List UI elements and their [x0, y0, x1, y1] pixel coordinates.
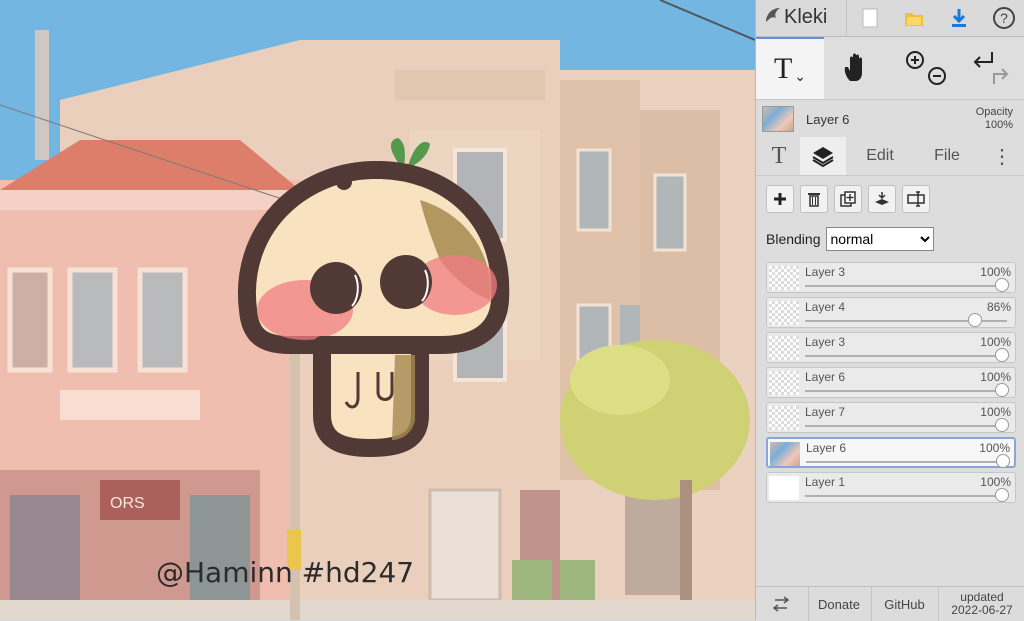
top-bar: Kleki ?: [756, 0, 1024, 37]
layer-opacity-track[interactable]: [805, 425, 1007, 427]
layer-opacity-track[interactable]: [806, 461, 1006, 463]
hand-icon: [844, 53, 862, 81]
undo-redo-buttons[interactable]: [961, 37, 1021, 99]
layer-row[interactable]: Layer 3 100%: [766, 262, 1016, 293]
zoom-buttons[interactable]: [896, 37, 956, 99]
text-tool-button[interactable]: T ⌄: [756, 37, 824, 99]
layer-opacity-knob[interactable]: [995, 488, 1009, 502]
blending-row: Blending normal: [766, 226, 934, 252]
layer-row[interactable]: Layer 6 100%: [766, 367, 1016, 398]
canvas-artwork: ORS: [0, 0, 755, 620]
layer-thumbnail: [769, 336, 799, 360]
plus-icon: [774, 193, 786, 205]
layer-thumbnail: [769, 371, 799, 395]
layer-opacity-track[interactable]: [805, 355, 1007, 357]
duplicate-icon: [840, 191, 856, 207]
download-icon[interactable]: [941, 4, 977, 32]
swap-sides-icon[interactable]: [756, 587, 806, 621]
layer-list: Layer 3 100% Layer 4 86% Layer 3 100% Layer 6 1…: [766, 262, 1016, 507]
github-link[interactable]: GitHub: [872, 587, 937, 621]
layer-opacity-track[interactable]: [805, 390, 1007, 392]
open-folder-icon[interactable]: [896, 4, 932, 32]
layer-row[interactable]: Layer 7 100%: [766, 402, 1016, 433]
new-file-icon[interactable]: [852, 4, 888, 32]
tab-edit[interactable]: Edit: [856, 137, 904, 175]
current-layer-opacity: Opacity 100%: [975, 106, 1013, 131]
layer-opacity-track[interactable]: [805, 495, 1007, 497]
logo-text: Kleki: [784, 6, 828, 28]
duplicate-layer-button[interactable]: [834, 185, 862, 213]
bottom-bar: Donate GitHub updated 2022-06-27: [756, 586, 1024, 621]
layer-opacity-track[interactable]: [805, 285, 1007, 287]
tool-dropdown-icon[interactable]: ⌄: [794, 68, 806, 85]
panel-tabs: T Edit File ⋮: [756, 137, 1024, 176]
kleki-logo[interactable]: Kleki: [764, 6, 827, 29]
blending-select[interactable]: normal: [825, 227, 934, 251]
layer-thumbnail: [769, 406, 799, 430]
layer-name: Layer 3: [805, 265, 846, 279]
current-layer-name: Layer 6: [806, 112, 850, 127]
layer-opacity: 100%: [980, 405, 1011, 419]
updated-info[interactable]: updated 2022-06-27: [939, 587, 1024, 621]
donate-link[interactable]: Donate: [809, 587, 869, 621]
layer-opacity: 100%: [980, 370, 1011, 384]
layer-thumbnail: [769, 266, 799, 290]
layer-name: Layer 1: [805, 475, 846, 489]
layer-actions: [766, 185, 930, 215]
trash-icon: [808, 193, 820, 207]
layer-row[interactable]: Layer 6 100%: [766, 437, 1016, 468]
layer-opacity-knob[interactable]: [995, 418, 1009, 432]
layer-opacity: 100%: [980, 475, 1011, 489]
layer-opacity: 100%: [980, 265, 1011, 279]
layer-name: Layer 6: [805, 370, 846, 384]
watermark-text: @Haminn #hd247: [156, 556, 415, 589]
rename-icon: [907, 191, 925, 207]
drawing-canvas[interactable]: ORS @Haminn #hd247: [0, 0, 755, 620]
zoom-in-out-icon: [906, 51, 946, 85]
current-layer-thumbnail: [762, 106, 794, 132]
layer-row[interactable]: Layer 1 100%: [766, 472, 1016, 503]
layer-row[interactable]: Layer 4 86%: [766, 297, 1016, 328]
right-panel: Kleki ? T ⌄ Layer 6 Opacity 100% T Edit …: [755, 0, 1024, 621]
layer-name: Layer 7: [805, 405, 846, 419]
tab-text[interactable]: T: [764, 137, 794, 175]
current-layer-info: Layer 6 Opacity 100%: [756, 100, 1024, 136]
layer-name: Layer 4: [805, 300, 846, 314]
merge-down-button[interactable]: [868, 185, 896, 213]
tool-row: T ⌄: [756, 37, 1024, 100]
svg-text:?: ?: [1000, 10, 1008, 26]
layer-opacity: 100%: [979, 441, 1010, 455]
text-tool-label: T: [773, 52, 793, 85]
layer-name: Layer 3: [805, 335, 846, 349]
layer-opacity: 100%: [980, 335, 1011, 349]
layer-name: Layer 6: [806, 441, 847, 455]
logo-icon: [764, 6, 782, 29]
layer-opacity: 86%: [986, 300, 1011, 314]
layer-opacity-knob[interactable]: [995, 383, 1009, 397]
merge-down-icon: [875, 192, 889, 205]
blending-label: Blending: [766, 231, 821, 247]
hand-tool-button[interactable]: [826, 37, 886, 99]
more-menu-icon[interactable]: ⋮: [992, 137, 1012, 175]
layer-opacity-knob[interactable]: [995, 348, 1009, 362]
layer-opacity-knob[interactable]: [996, 454, 1010, 468]
layer-thumbnail: [770, 442, 800, 466]
layer-opacity-knob[interactable]: [995, 278, 1009, 292]
add-layer-button[interactable]: [766, 185, 794, 213]
layer-row[interactable]: Layer 3 100%: [766, 332, 1016, 363]
tab-layers[interactable]: [800, 137, 846, 175]
tab-file[interactable]: File: [924, 137, 970, 175]
layer-thumbnail: [769, 301, 799, 325]
layer-thumbnail: [769, 476, 799, 500]
rename-layer-button[interactable]: [902, 185, 930, 213]
delete-layer-button[interactable]: [800, 185, 828, 213]
help-icon[interactable]: ?: [986, 4, 1022, 32]
undo-redo-icon: [973, 52, 1009, 84]
layers-icon: [812, 147, 834, 167]
layer-opacity-knob[interactable]: [968, 313, 983, 327]
